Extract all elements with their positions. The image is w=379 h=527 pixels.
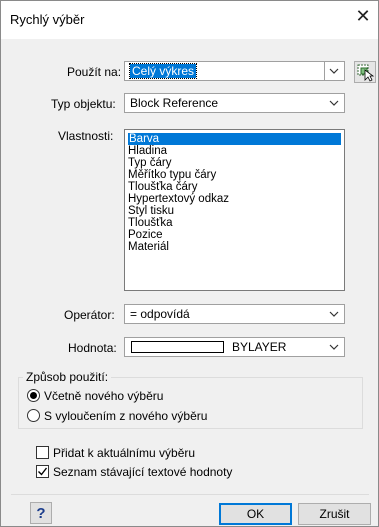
list-item[interactable]: Hypertextový odkaz xyxy=(128,193,229,205)
object-type-label: Typ objektu: xyxy=(51,97,116,111)
separator xyxy=(11,494,369,495)
list-item[interactable]: Tloušťka xyxy=(128,217,173,229)
select-objects-button[interactable] xyxy=(354,61,376,83)
append-label[interactable]: Přidat k aktuálnímu výběru xyxy=(53,446,195,460)
application-mode-title: Způsob použití: xyxy=(23,370,112,384)
exclude-label[interactable]: S vyloučením z nového výběru xyxy=(44,409,207,423)
color-swatch xyxy=(131,341,224,353)
close-button[interactable]: ✕ xyxy=(348,1,378,31)
object-type-dropdown[interactable]: Block Reference xyxy=(124,93,345,113)
quick-select-dialog: Rychlý výběr ✕ Použít na: Celý výkres Ty… xyxy=(0,0,379,527)
properties-list[interactable]: Barva Hladina Typ čáry Měřítko typu čáry… xyxy=(124,129,345,291)
cancel-button[interactable]: Zrušit xyxy=(298,503,371,525)
checkmark-icon xyxy=(38,467,48,476)
chevron-down-icon xyxy=(329,311,339,317)
dialog-title: Rychlý výběr xyxy=(10,12,85,27)
chevron-down-icon xyxy=(329,344,339,350)
value-label: Hodnota: xyxy=(68,341,117,355)
list-item[interactable]: Materiál xyxy=(128,241,169,253)
value-dropdown[interactable]: BYLAYER xyxy=(124,337,345,357)
close-icon: ✕ xyxy=(355,5,371,26)
value-text: BYLAYER xyxy=(232,340,287,354)
append-checkbox[interactable] xyxy=(36,446,49,459)
include-label[interactable]: Včetně nového výběru xyxy=(44,389,163,403)
exclude-radio[interactable] xyxy=(27,409,40,422)
list-item[interactable]: Hladina xyxy=(128,145,167,157)
list-item[interactable]: Styl tisku xyxy=(128,205,174,217)
properties-label: Vlastnosti: xyxy=(58,129,114,143)
apply-to-dropdown[interactable]: Celý výkres xyxy=(124,61,345,81)
operator-value: = odpovídá xyxy=(130,307,190,321)
existing-text-checkbox[interactable] xyxy=(36,465,49,478)
list-item[interactable]: Měřítko typu čáry xyxy=(128,169,216,181)
chevron-down-icon xyxy=(329,100,339,106)
ok-button[interactable]: OK xyxy=(219,503,292,525)
help-icon: ? xyxy=(36,504,46,522)
list-item-color[interactable]: Barva xyxy=(128,133,341,145)
list-item[interactable]: Tloušťka čáry xyxy=(128,181,198,193)
include-radio[interactable] xyxy=(27,389,40,402)
object-type-value: Block Reference xyxy=(130,96,219,110)
list-item[interactable]: Typ čáry xyxy=(128,157,171,169)
title-bar: Rychlý výběr ✕ xyxy=(1,1,378,39)
operator-dropdown[interactable]: = odpovídá xyxy=(124,304,345,324)
operator-label: Operátor: xyxy=(64,308,115,322)
chevron-down-icon xyxy=(329,68,339,74)
existing-text-label[interactable]: Seznam stávající textové hodnoty xyxy=(53,465,232,479)
list-item[interactable]: Pozice xyxy=(128,229,163,241)
help-button[interactable]: ? xyxy=(30,502,52,524)
apply-to-label: Použít na: xyxy=(67,65,122,79)
select-objects-icon xyxy=(357,64,375,82)
apply-to-value: Celý výkres xyxy=(128,63,198,79)
